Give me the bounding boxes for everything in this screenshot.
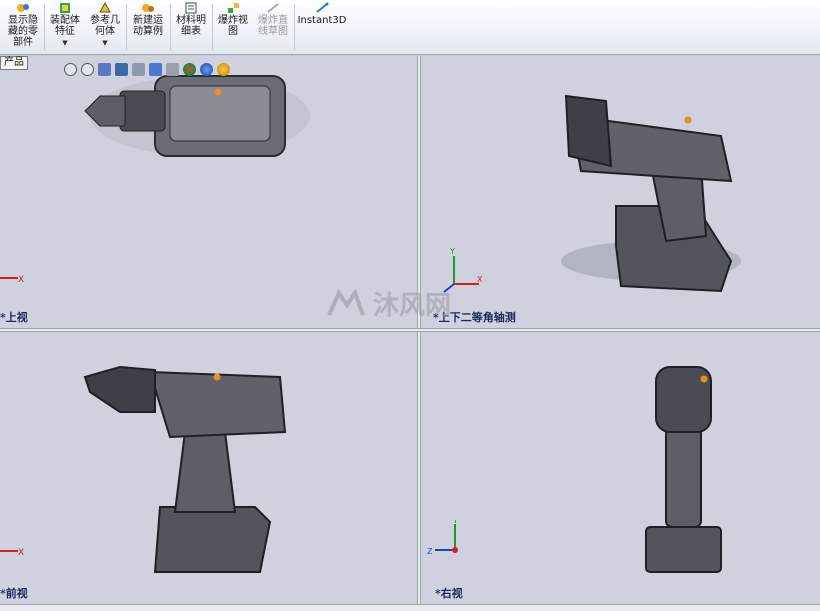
new-motion-study-icon bbox=[142, 4, 154, 12]
axis-triad: X bbox=[0, 544, 30, 561]
apply-scene-icon[interactable] bbox=[200, 62, 213, 76]
show-hidden-components-button[interactable]: 显示隐 藏的零 部件 bbox=[4, 2, 42, 52]
axis-y-label: Y bbox=[452, 520, 458, 525]
viewport-front[interactable]: X *前视 bbox=[0, 332, 417, 604]
hide-show-items-icon[interactable] bbox=[166, 62, 179, 76]
separator bbox=[126, 4, 127, 50]
view-orientation-icon[interactable] bbox=[132, 62, 145, 76]
zoom-to-fit-icon[interactable] bbox=[64, 62, 77, 76]
bill-of-materials-icon bbox=[185, 2, 197, 14]
axis-triad: YZ bbox=[427, 516, 467, 563]
exploded-view-icon bbox=[228, 3, 239, 13]
watermark-logo-icon bbox=[327, 288, 365, 316]
chevron-down-icon[interactable]: ▼ bbox=[62, 38, 67, 49]
watermark: 沐风网 bbox=[325, 285, 451, 322]
exploded-view-button[interactable]: 爆炸视 图 bbox=[216, 2, 250, 52]
assembly-feature-button[interactable]: 装配体 特征 ▼ bbox=[48, 2, 82, 52]
edit-appearance-icon[interactable] bbox=[183, 62, 196, 76]
button-label: 新建运 动算例 bbox=[133, 15, 163, 37]
previous-view-icon[interactable] bbox=[98, 62, 111, 76]
button-label: 材料明 细表 bbox=[176, 15, 206, 37]
bottom-scroll-strip bbox=[0, 604, 820, 611]
display-style-icon[interactable] bbox=[149, 62, 162, 76]
axis-x-label: X bbox=[18, 275, 24, 285]
button-label: 参考几 何体 bbox=[90, 15, 120, 37]
button-label: 装配体 特征 bbox=[50, 15, 80, 37]
heads-up-view-toolbar bbox=[64, 60, 230, 78]
button-label: 爆炸直 线草图 bbox=[258, 15, 288, 37]
drill-front-view-model bbox=[83, 365, 287, 573]
horizontal-splitter[interactable] bbox=[0, 328, 820, 332]
section-view-icon[interactable] bbox=[115, 62, 128, 76]
separator bbox=[170, 4, 171, 50]
zoom-to-area-icon[interactable] bbox=[81, 62, 94, 76]
button-label: 显示隐 藏的零 部件 bbox=[8, 15, 38, 48]
axis-triad: X bbox=[0, 271, 30, 288]
feature-tree-tab[interactable]: 产品 bbox=[0, 56, 28, 70]
separator bbox=[44, 4, 45, 50]
axis-y-label: Y bbox=[449, 247, 455, 256]
chevron-down-icon[interactable]: ▼ bbox=[102, 38, 107, 49]
axis-x-label: X bbox=[477, 275, 483, 284]
new-motion-study-button[interactable]: 新建运 动算例 bbox=[130, 2, 166, 52]
viewport-right[interactable]: YZ *右视 bbox=[421, 332, 820, 604]
view-name-label: *前视 bbox=[0, 587, 28, 600]
bill-of-materials-button[interactable]: 材料明 细表 bbox=[174, 2, 208, 52]
view-name-label: *上视 bbox=[0, 311, 28, 324]
view-name-label: *右视 bbox=[435, 587, 463, 600]
separator bbox=[294, 4, 295, 50]
command-manager-ribbon: 显示隐 藏的零 部件 装配体 特征 ▼ 参考几 何体 ▼ 新建运 动算例 材料明… bbox=[0, 0, 820, 55]
button-label: Instant3D bbox=[297, 15, 347, 26]
view-settings-icon[interactable] bbox=[217, 62, 230, 76]
show-hide-components-icon bbox=[17, 4, 29, 12]
watermark-text: 沐风网 bbox=[373, 291, 452, 321]
button-label: 爆炸视 图 bbox=[218, 15, 248, 37]
explode-line-sketch-button[interactable]: 爆炸直 线草图 bbox=[254, 2, 292, 52]
viewport-trimetric[interactable]: YX *上下二等角轴测 bbox=[421, 56, 820, 328]
separator bbox=[212, 4, 213, 50]
assembly-feature-icon bbox=[60, 3, 70, 13]
drill-right-view-model bbox=[645, 366, 722, 573]
reference-geometry-button[interactable]: 参考几 何体 ▼ bbox=[88, 2, 122, 52]
instant3d-button[interactable]: Instant3D bbox=[298, 2, 346, 52]
instant3d-icon bbox=[316, 2, 329, 13]
axis-x-label: X bbox=[18, 548, 24, 558]
reference-geometry-icon bbox=[99, 2, 111, 13]
explode-line-sketch-icon bbox=[267, 3, 279, 13]
axis-z-label: Z bbox=[427, 547, 433, 556]
